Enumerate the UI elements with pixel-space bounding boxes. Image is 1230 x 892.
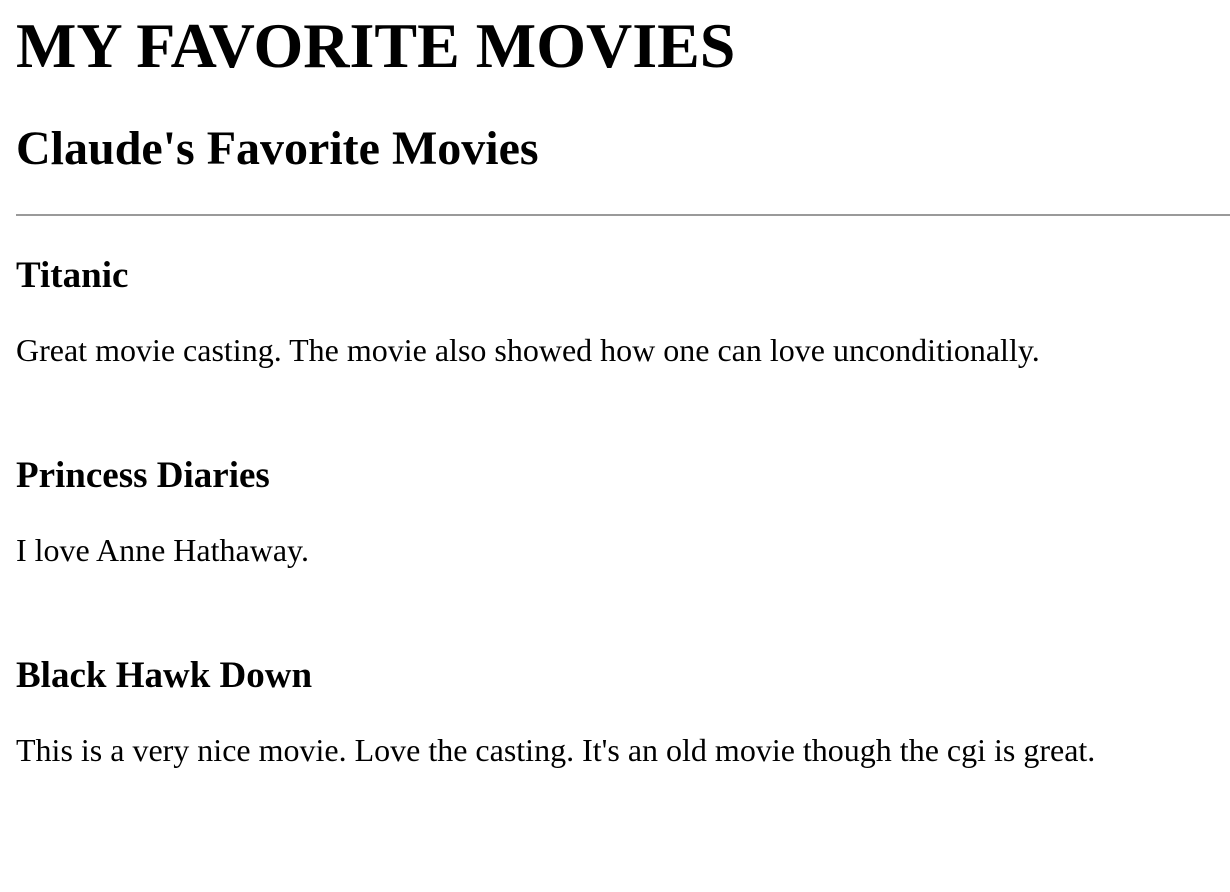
movie-title: Titanic: [16, 255, 129, 296]
movie-entry: Princess Diaries I love Anne Hathaway.: [16, 370, 1230, 570]
page-content: MY FAVORITE MOVIES Claude's Favorite Mov…: [0, 0, 1230, 770]
movie-title: Princess Diaries: [16, 455, 270, 496]
movie-review: Great movie casting. The movie also show…: [16, 332, 1040, 368]
movie-entry: Black Hawk Down This is a very nice movi…: [16, 570, 1230, 770]
movie-review: I love Anne Hathaway.: [16, 532, 309, 568]
movie-title: Black Hawk Down: [16, 655, 313, 696]
movie-entry: Titanic Great movie casting. The movie a…: [16, 216, 1230, 370]
page-title: MY FAVORITE MOVIES: [16, 10, 736, 81]
movie-review: This is a very nice movie. Love the cast…: [16, 732, 1096, 768]
page-subtitle: Claude's Favorite Movies: [16, 122, 539, 175]
